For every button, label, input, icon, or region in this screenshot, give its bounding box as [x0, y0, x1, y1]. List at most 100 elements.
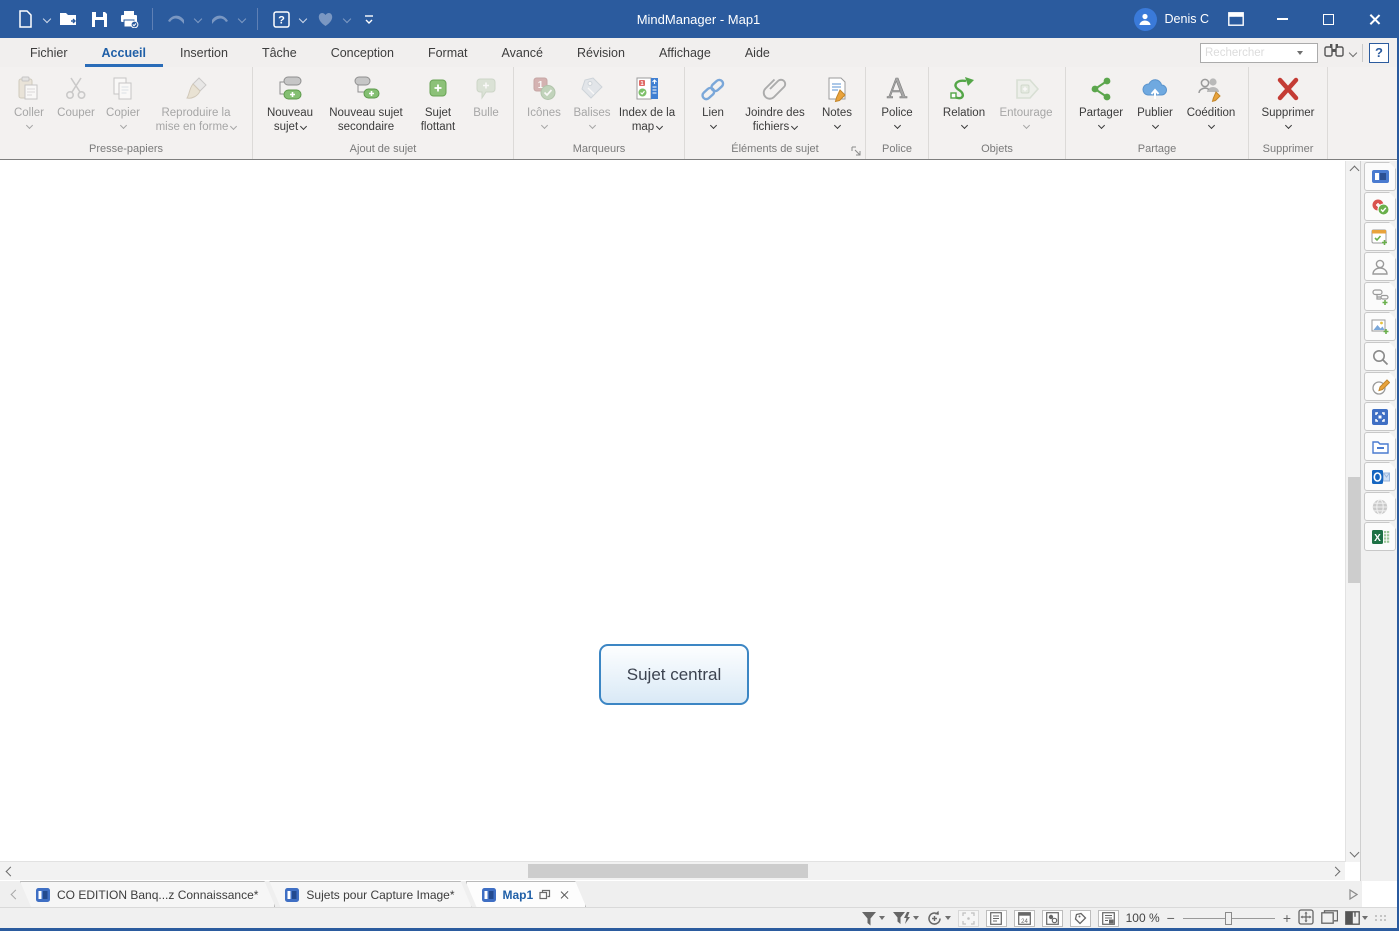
delete-button[interactable]: Supprimer — [1255, 70, 1321, 129]
horizontal-scrollbar-thumb[interactable] — [528, 864, 808, 878]
tab-conception[interactable]: Conception — [314, 38, 411, 67]
zoom-out-button[interactable]: − — [1167, 910, 1175, 926]
sidebar-item-image-library[interactable] — [1364, 312, 1396, 341]
paste-button[interactable]: Coller — [6, 70, 52, 129]
tab-accueil[interactable]: Accueil — [85, 38, 163, 67]
undo-dropdown[interactable] — [194, 15, 202, 23]
tab-format[interactable]: Format — [411, 38, 485, 67]
zoom-level[interactable]: 100 % — [1126, 911, 1160, 925]
sidebar-item-outlook[interactable] — [1364, 462, 1396, 491]
undo-icon[interactable] — [163, 6, 189, 32]
user-avatar[interactable] — [1134, 8, 1157, 31]
doc-tab-map1[interactable]: Map1 — [466, 881, 587, 907]
coediting-button[interactable]: Coédition — [1180, 70, 1242, 129]
publish-button[interactable]: Publier — [1130, 70, 1180, 129]
quick-filter-button[interactable] — [892, 911, 919, 926]
search-dropdown-icon[interactable] — [1297, 51, 1303, 55]
sidebar-item-resources[interactable] — [1364, 252, 1396, 281]
icon-markers-button[interactable]: 1 Icônes — [520, 70, 568, 129]
find-binoculars-icon[interactable] — [1324, 42, 1344, 63]
redo-dropdown[interactable] — [238, 15, 246, 23]
tab-revision[interactable]: Révision — [560, 38, 642, 67]
close-button[interactable] — [1351, 0, 1397, 38]
copy-button[interactable]: Copier — [100, 70, 146, 129]
central-topic[interactable]: Sujet central — [599, 644, 749, 705]
notes-pane-button[interactable] — [986, 910, 1007, 927]
expand-all-button[interactable] — [958, 910, 979, 927]
panels-button[interactable] — [1345, 911, 1368, 925]
horizontal-scrollbar[interactable] — [0, 861, 1345, 880]
help-button[interactable]: ? — [1369, 43, 1389, 63]
help-dropdown[interactable] — [299, 15, 307, 23]
attach-files-button[interactable]: Joindre des fichiers — [735, 70, 815, 136]
feedback-icon[interactable] — [312, 6, 338, 32]
new-document-icon[interactable] — [12, 6, 38, 32]
find-dropdown-icon[interactable] — [1349, 48, 1357, 56]
format-painter-button[interactable]: Reproduire la mise en forme — [146, 70, 246, 136]
zoom-slider-track[interactable] — [1183, 918, 1275, 919]
save-icon[interactable] — [86, 6, 112, 32]
tab-affichage[interactable]: Affichage — [642, 38, 728, 67]
sidebar-item-excel[interactable]: X — [1364, 522, 1396, 551]
help-icon[interactable]: ? — [268, 6, 294, 32]
map-index-button[interactable]: 1 Index de la map — [616, 70, 678, 136]
share-button[interactable]: Partager — [1072, 70, 1130, 129]
customize-toolbar-icon[interactable] — [356, 6, 382, 32]
sidebar-item-archive[interactable] — [1364, 432, 1396, 461]
sidebar-item-map-parts[interactable] — [1364, 162, 1396, 191]
redo-icon[interactable] — [207, 6, 233, 32]
scroll-left-icon[interactable] — [0, 862, 16, 881]
filter-button[interactable] — [861, 911, 885, 926]
notes-button[interactable]: Notes — [815, 70, 859, 129]
doc-tab-sujets-capture[interactable]: Sujets pour Capture Image* — [269, 881, 471, 907]
tab-avance[interactable]: Avancé — [485, 38, 560, 67]
sidebar-item-snap[interactable] — [1364, 402, 1396, 431]
restore-tab-icon[interactable] — [539, 889, 551, 900]
search-input[interactable] — [1201, 47, 1297, 59]
user-name[interactable]: Denis C — [1165, 12, 1209, 26]
zoom-in-button[interactable]: + — [1283, 910, 1291, 926]
map-canvas[interactable]: Sujet central — [0, 161, 1345, 861]
sidebar-item-search[interactable] — [1364, 342, 1396, 371]
scroll-right-icon[interactable] — [1329, 862, 1345, 881]
search-box[interactable] — [1200, 43, 1318, 63]
dialog-launcher-icon[interactable] — [851, 144, 862, 155]
zoom-slider-thumb[interactable] — [1225, 912, 1232, 925]
link-button[interactable]: Lien — [691, 70, 735, 129]
tags-pane-button[interactable] — [1070, 910, 1091, 927]
panel-layout-button[interactable] — [1321, 910, 1338, 927]
relationship-button[interactable]: Relation — [935, 70, 993, 129]
tab-insertion[interactable]: Insertion — [163, 38, 245, 67]
floating-topic-button[interactable]: Sujet flottant — [411, 70, 465, 136]
tab-overflow-icon[interactable] — [1345, 881, 1362, 907]
new-topic-button[interactable]: Nouveau sujet — [259, 70, 321, 136]
doc-tab-co-edition[interactable]: CO EDITION Banq...z Connaissance* — [20, 881, 275, 907]
sidebar-item-sketch[interactable] — [1364, 372, 1396, 401]
fit-map-button[interactable] — [1298, 909, 1314, 928]
boundary-button[interactable]: Entourage — [993, 70, 1059, 129]
task-info-button[interactable]: 24 — [1014, 910, 1035, 927]
ribbon-display-options-icon[interactable] — [1213, 0, 1259, 38]
autorefresh-button[interactable] — [926, 910, 951, 927]
sidebar-item-topic-parts[interactable] — [1364, 282, 1396, 311]
sidebar-item-web[interactable] — [1364, 492, 1396, 521]
close-tab-icon[interactable] — [559, 890, 569, 900]
tab-fichier[interactable]: Fichier — [13, 38, 85, 67]
new-document-dropdown[interactable] — [43, 15, 51, 23]
cut-button[interactable]: Couper — [52, 70, 100, 122]
icon-markers-pane-button[interactable] — [1042, 910, 1063, 927]
tab-tache[interactable]: Tâche — [245, 38, 314, 67]
minimize-button[interactable] — [1259, 0, 1305, 38]
font-button[interactable]: A Police — [872, 70, 922, 129]
maximize-button[interactable] — [1305, 0, 1351, 38]
callout-button[interactable]: Bulle — [465, 70, 507, 122]
open-file-icon[interactable] — [56, 6, 82, 32]
sidebar-item-icon-markers[interactable] — [1364, 192, 1396, 221]
sidebar-item-task-info[interactable] — [1364, 222, 1396, 251]
feedback-dropdown[interactable] — [343, 15, 351, 23]
index-pane-button[interactable] — [1098, 910, 1119, 927]
tab-aide[interactable]: Aide — [728, 38, 787, 67]
new-subtopic-button[interactable]: Nouveau sujet secondaire — [321, 70, 411, 136]
tags-button[interactable]: Balises — [568, 70, 616, 129]
print-icon[interactable] — [116, 6, 142, 32]
